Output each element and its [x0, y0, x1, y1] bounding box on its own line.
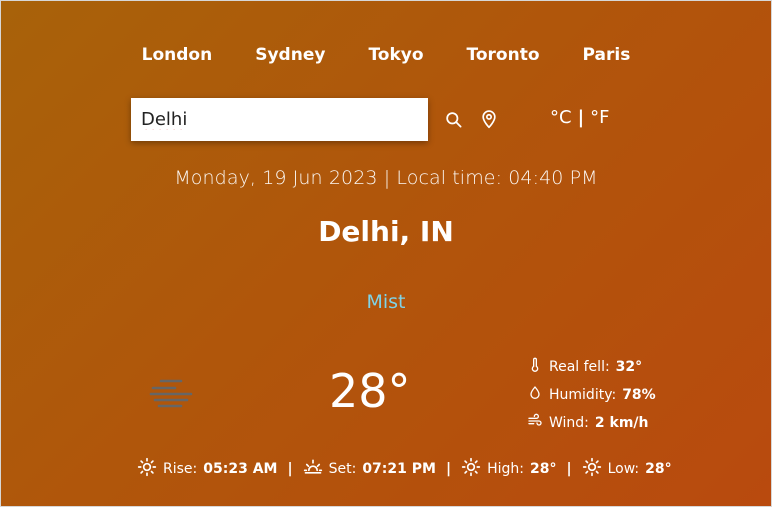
sun-info-row: Rise: 05:23 AM | Set: 07:21 PM | High: 2…	[137, 457, 672, 481]
droplet-icon	[527, 384, 543, 406]
celsius-button[interactable]: °C	[550, 107, 572, 128]
search-icon[interactable]	[444, 110, 463, 133]
low-label: Low:	[607, 461, 640, 477]
weather-app: London Sydney Tokyo Toronto Paris °C | °…	[0, 0, 772, 507]
search-box	[131, 98, 428, 141]
sunset-item: Set: 07:21 PM	[303, 457, 436, 481]
humidity-value: 78%	[622, 387, 656, 403]
separator: |	[566, 461, 572, 477]
unit-toggle: °C | °F	[550, 107, 610, 128]
location-title: Delhi, IN	[318, 215, 454, 248]
temperature: 28°	[329, 364, 411, 418]
high-value: 28°	[529, 461, 557, 477]
wind-row: Wind: 2 km/h	[527, 409, 656, 437]
real-feel-value: 32°	[615, 359, 643, 375]
sunrise-icon	[137, 457, 157, 481]
fahrenheit-button[interactable]: °F	[590, 107, 609, 128]
humidity-row: Humidity: 78%	[527, 381, 656, 409]
high-label: High:	[487, 461, 524, 477]
city-tokyo-button[interactable]: Tokyo	[368, 45, 423, 65]
city-nav: London Sydney Tokyo Toronto Paris	[1, 45, 771, 65]
location-pin-icon[interactable]	[479, 109, 499, 133]
thermometer-icon	[527, 356, 543, 378]
wind-icon	[527, 412, 543, 434]
sunset-icon	[303, 457, 323, 481]
separator: |	[287, 461, 293, 477]
city-toronto-button[interactable]: Toronto	[467, 45, 540, 65]
low-item: Low: 28°	[582, 457, 672, 481]
sunrise-item: Rise: 05:23 AM	[137, 457, 277, 481]
real-feel-label: Real fell:	[549, 359, 610, 375]
separator: |	[445, 461, 452, 477]
high-item: High: 28°	[461, 457, 556, 481]
weather-details: Real fell: 32° Humidity: 78% Wind: 2 km/…	[527, 353, 656, 437]
weather-condition: Mist	[366, 291, 406, 313]
city-sydney-button[interactable]: Sydney	[255, 45, 325, 65]
humidity-label: Humidity:	[549, 387, 617, 403]
real-feel-row: Real fell: 32°	[527, 353, 656, 381]
sun-icon	[582, 457, 602, 481]
mist-icon	[147, 377, 195, 413]
sunset-value: 07:21 PM	[362, 461, 436, 477]
sun-icon	[461, 457, 481, 481]
sunrise-value: 05:23 AM	[203, 461, 278, 477]
low-value: 28°	[645, 461, 672, 477]
local-datetime: Monday, 19 Jun 2023 | Local time: 04:40 …	[174, 167, 598, 189]
city-paris-button[interactable]: Paris	[583, 45, 631, 65]
city-london-button[interactable]: London	[142, 45, 213, 65]
city-search-input[interactable]	[139, 108, 420, 131]
wind-value: 2 km/h	[594, 415, 649, 431]
wind-label: Wind:	[549, 415, 589, 431]
unit-separator: |	[577, 107, 585, 128]
sunset-label: Set:	[328, 461, 357, 477]
sunrise-label: Rise:	[163, 461, 198, 477]
